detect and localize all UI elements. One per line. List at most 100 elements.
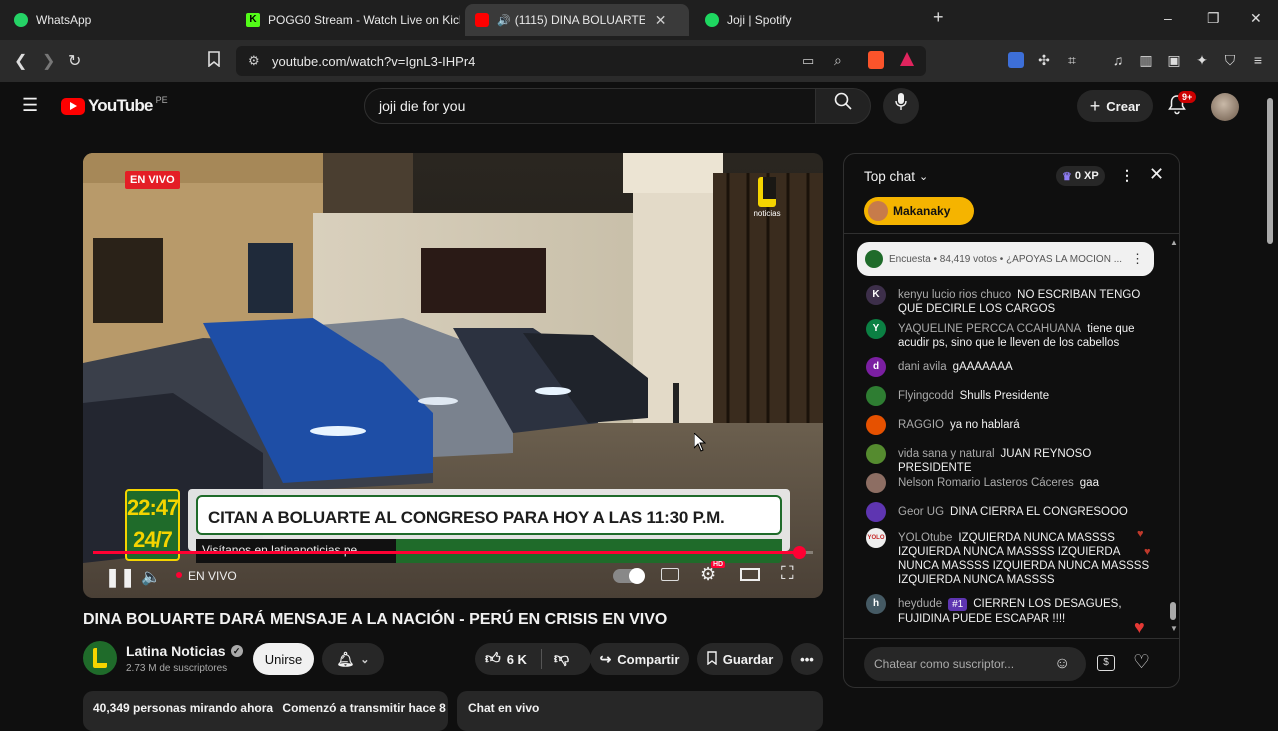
leo-ai-icon[interactable]: ✦ <box>1194 52 1210 68</box>
search-button[interactable] <box>815 88 871 124</box>
menu-icon[interactable]: ≡ <box>1250 52 1266 68</box>
address-bar[interactable]: ⚙ youtube.com/watch?v=IgnL3-IHPr4 ▭ ⌕ <box>236 46 926 76</box>
close-window-button[interactable]: ✕ <box>1250 10 1262 27</box>
chat-message[interactable]: Y YAQUELINE PERCCA CCAHUANA tiene que acud… <box>866 319 1156 350</box>
chat-author[interactable]: vida sana y natural <box>898 448 995 460</box>
autoplay-toggle[interactable] <box>613 568 645 584</box>
chat-user-avatar[interactable]: YOLO <box>866 528 886 548</box>
page-scrollbar[interactable] <box>1267 98 1273 244</box>
vpn-icon[interactable]: ⛉ <box>1222 52 1238 68</box>
chat-message[interactable]: RAGGIO ya no hablará <box>866 415 1156 435</box>
chat-author[interactable]: Geor UG <box>898 506 944 518</box>
poll-menu-icon[interactable]: ⋮ <box>1131 251 1144 267</box>
tab-whatsapp[interactable]: WhatsApp <box>4 4 230 36</box>
volume-icon[interactable]: 🔈 <box>141 567 161 587</box>
chat-user-avatar[interactable]: h <box>866 594 886 614</box>
restore-button[interactable]: ❐ <box>1207 10 1220 27</box>
chat-user-avatar[interactable]: Y <box>866 319 886 339</box>
subscribe-bell-button[interactable]: 🔔︎ ⌄ <box>322 643 384 675</box>
youtube-logo[interactable]: YouTube PE <box>61 95 168 116</box>
close-chat-icon[interactable]: ✕ <box>1149 164 1164 185</box>
super-chat-icon[interactable]: $ <box>1097 655 1115 671</box>
chat-user-avatar[interactable]: K <box>866 285 886 305</box>
channel-name-row[interactable]: Latina Noticias ✓ <box>126 643 243 659</box>
reload-icon[interactable]: ↻ <box>68 51 81 71</box>
dislike-icon[interactable]: 👎︎ <box>554 650 569 668</box>
fullscreen-icon[interactable]: ⛶ <box>781 563 794 584</box>
back-icon[interactable]: ❮ <box>14 51 27 71</box>
notifications-button[interactable]: 9+ <box>1168 91 1197 120</box>
channel-avatar[interactable] <box>83 641 117 675</box>
chat-user-avatar[interactable] <box>866 502 886 522</box>
sidebar-icon[interactable]: ▥ <box>1138 52 1154 68</box>
chat-message[interactable]: Nelson Romario Lasteros Cáceres gaa <box>866 473 1156 493</box>
chat-message[interactable]: YOLO YOLOtube IZQUIERDA NUNCA MASSSS IZQUI… <box>866 528 1156 587</box>
chat-author[interactable]: YAQUELINE PERCCA CCAHUANA <box>898 323 1081 335</box>
close-tab-icon[interactable]: ✕ <box>655 12 667 29</box>
extension-icon[interactable] <box>1008 52 1024 68</box>
emoji-icon[interactable]: ☺ <box>1054 655 1070 673</box>
pinned-user-chip[interactable]: Makanaky <box>864 197 974 225</box>
chat-message[interactable]: Kkenyu lucio rios chuco NO ESCRIBAN TENGO… <box>866 285 1156 316</box>
puzzle-icon[interactable]: ✣ <box>1036 52 1052 68</box>
progress-bar[interactable] <box>93 546 813 559</box>
bookmark-icon[interactable] <box>207 51 221 72</box>
chat-user-avatar[interactable] <box>866 444 886 464</box>
chat-author[interactable]: Nelson Romario Lasteros Cáceres <box>898 477 1074 489</box>
channel-name[interactable]: Latina Noticias <box>126 643 226 659</box>
tab-youtube[interactable]: 🔊 (1115) DINA BOLUARTE DARÁ ✕ <box>465 4 689 36</box>
theater-mode-icon[interactable] <box>740 568 760 581</box>
more-options-icon[interactable]: ⋮ <box>1120 167 1134 184</box>
hamburger-menu-icon[interactable]: ☰ <box>22 95 38 116</box>
scroll-down-icon[interactable]: ▼ <box>1170 624 1178 633</box>
subtitles-icon[interactable] <box>661 568 679 581</box>
create-button[interactable]: + Crear <box>1077 90 1153 122</box>
heart-icon[interactable]: ♡ <box>1133 651 1150 674</box>
poll-banner[interactable]: Encuesta • 84,419 votos • ¿APOYAS LA MOC… <box>857 242 1154 276</box>
voice-search-button[interactable] <box>883 88 919 124</box>
video-player[interactable]: EN VIVO noticias 22:47 24/7 CITAN A BOLU… <box>83 153 823 598</box>
chat-author[interactable]: heydude <box>898 598 942 610</box>
scroll-up-icon[interactable]: ▲ <box>1170 238 1178 247</box>
chat-message[interactable]: vida sana y natural JUAN REYNOSO PRESIDEN… <box>866 444 1156 475</box>
chat-author[interactable]: Flyingcodd <box>898 390 954 402</box>
chat-author[interactable]: YOLOtube <box>898 532 952 544</box>
tab-spotify[interactable]: Joji | Spotify <box>695 4 915 36</box>
brave-shields-icon[interactable] <box>868 51 884 69</box>
wallet-icon[interactable]: ▣ <box>1166 52 1182 68</box>
share-button[interactable]: ↪ Compartir <box>590 643 689 675</box>
description-box[interactable]: 40,349 personas mirando ahora Comenzó a … <box>83 691 448 731</box>
chat-user-avatar[interactable] <box>866 386 886 406</box>
media-icon[interactable]: ♫ <box>1110 52 1126 68</box>
tab-kick[interactable]: K POGG0 Stream - Watch Live on Kick <box>236 4 460 36</box>
chat-user-avatar[interactable] <box>866 415 886 435</box>
screenshot-icon[interactable]: ⌗ <box>1064 52 1080 68</box>
minimize-button[interactable]: – <box>1164 10 1172 26</box>
chat-message[interactable]: Flyingcodd Shulls Presidente <box>866 386 1156 406</box>
live-chat-replay-box[interactable]: Chat en vivo <box>457 691 823 731</box>
xp-badge[interactable]: ♛ 0 XP <box>1056 166 1105 186</box>
zoom-icon[interactable]: ⌕ <box>834 52 842 69</box>
join-button[interactable]: Unirse <box>253 643 314 675</box>
search-input[interactable]: joji die for you <box>364 88 816 124</box>
like-count[interactable]: 6 K <box>507 652 527 667</box>
chat-message[interactable]: h heydude #1 CIERREN LOS DESAGUES, FUJIDINA… <box>866 594 1156 626</box>
chat-author[interactable]: RAGGIO <box>898 419 944 431</box>
chat-input[interactable]: Chatear como suscriptor... ☺ <box>864 647 1086 681</box>
chat-mode-dropdown[interactable]: Top chat ⌄ <box>864 169 928 184</box>
pause-icon[interactable]: ❚❚ <box>105 567 135 588</box>
live-indicator[interactable]: EN VIVO <box>188 569 237 583</box>
save-button[interactable]: Guardar <box>697 643 783 675</box>
brave-rewards-icon[interactable] <box>900 52 914 66</box>
chat-message[interactable]: Geor UG DINA CIERRA EL CONGRESOOO <box>866 502 1156 522</box>
chat-user-avatar[interactable] <box>866 473 886 493</box>
site-settings-icon[interactable]: ⚙ <box>248 53 260 69</box>
chat-user-avatar[interactable]: d <box>866 357 886 377</box>
chat-message[interactable]: d dani avila gAAAAAAA <box>866 357 1156 377</box>
new-tab-button[interactable]: + <box>933 7 944 28</box>
chat-scrollbar[interactable] <box>1170 602 1176 620</box>
cast-icon[interactable]: ▭ <box>802 53 814 69</box>
avatar[interactable] <box>1211 93 1239 121</box>
forward-icon[interactable]: ❯ <box>42 51 55 71</box>
like-icon[interactable]: 👍︎ <box>485 650 501 668</box>
